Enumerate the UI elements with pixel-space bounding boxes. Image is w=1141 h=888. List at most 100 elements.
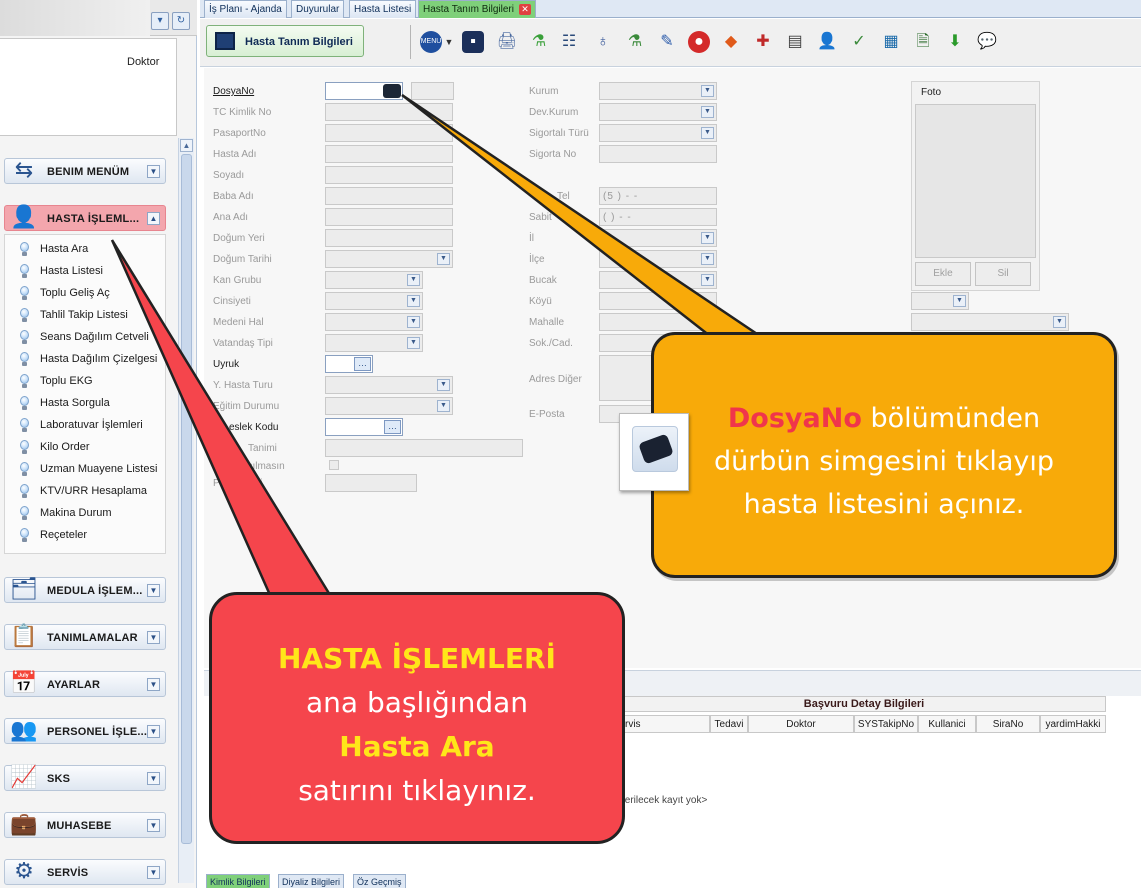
tab-duyurular[interactable]: Duyurular <box>291 0 345 18</box>
cep-input[interactable]: (5 ) - - <box>599 187 717 205</box>
menu-group-sks[interactable]: 📈 SKS ▼ <box>4 764 166 791</box>
dosyano-extra-field[interactable] <box>411 82 454 100</box>
chevron-down-icon[interactable]: ▼ <box>701 106 714 118</box>
chevron-down-icon[interactable]: ▼ <box>953 295 966 307</box>
meslek-tanimi-input[interactable] <box>325 439 523 457</box>
chevron-down-icon[interactable]: ▼ <box>147 584 160 597</box>
scanner-icon[interactable]: ▤ <box>784 31 806 53</box>
document-add-icon[interactable]: 🗎 <box>912 31 934 53</box>
medical-kit-icon[interactable]: ✚ <box>752 31 774 53</box>
grid-column-header[interactable]: yardimHakki <box>1040 715 1106 733</box>
chevron-down-icon[interactable]: ▼ <box>701 274 714 286</box>
refresh-icon[interactable]: ↻ <box>172 12 190 30</box>
chevron-down-icon[interactable]: ▼ <box>437 379 450 391</box>
grid-column-header[interactable]: Tedavi <box>710 715 748 733</box>
chat-icon[interactable]: 💬 <box>976 31 998 53</box>
document-edit-icon[interactable]: ✎ <box>656 31 678 53</box>
chevron-down-icon[interactable]: ▼ <box>407 274 420 286</box>
dropdown-arrow-icon[interactable]: ▾ <box>151 12 169 30</box>
ana-input[interactable] <box>325 208 453 226</box>
submenu-item[interactable]: Kilo Order <box>18 439 158 457</box>
menu-icon[interactable]: MENU <box>420 31 442 53</box>
checklist-icon[interactable]: ☷ <box>558 31 580 53</box>
chevron-down-icon[interactable]: ▼ <box>147 772 160 785</box>
chevron-down-icon[interactable]: ▼ <box>701 232 714 244</box>
chevron-down-icon[interactable]: ▼ <box>147 631 160 644</box>
table-add-icon[interactable]: ▦ <box>880 31 902 53</box>
soyad-input[interactable] <box>325 166 453 184</box>
submenu-item[interactable]: Hasta Dağılım Çizelgesi <box>18 351 158 369</box>
lab-info-icon[interactable]: ⚗ <box>624 31 646 53</box>
chevron-down-icon[interactable]: ▼ <box>701 127 714 139</box>
submenu-item[interactable]: Toplu EKG <box>18 373 158 391</box>
tab-hasta-tanim-bilgileri[interactable]: Hasta Tanım Bilgileri ✕ <box>418 0 536 18</box>
chevron-down-icon[interactable]: ▼ <box>147 866 160 879</box>
submenu-item[interactable]: Hasta Sorgula <box>18 395 158 413</box>
chevron-down-icon[interactable]: ▼ <box>407 316 420 328</box>
menu-group-hasta-islemleri[interactable]: 👤 HASTA İŞLEML... ▲ <box>1 200 167 238</box>
kan-select[interactable]: ▼ <box>325 271 423 289</box>
bucak-select[interactable]: ▼ <box>599 271 717 289</box>
tab-is-plani[interactable]: İş Planı - Ajanda <box>204 0 287 18</box>
flask-icon[interactable]: ⚗ <box>528 31 550 53</box>
submenu-item[interactable]: Tahlil Takip Listesi <box>18 307 158 325</box>
submenu-item[interactable]: Seans Dağılım Cetveli <box>18 329 158 347</box>
user-info-icon[interactable]: 👤 <box>816 31 838 53</box>
vatandas-select[interactable]: ▼ <box>325 334 423 352</box>
menu-group-ayarlar[interactable]: 📅 AYARLAR ▼ <box>4 670 166 697</box>
chevron-down-icon[interactable]: ▼ <box>437 400 450 412</box>
chevron-down-icon[interactable]: ▼ <box>701 253 714 265</box>
dogum-yeri-input[interactable] <box>325 229 453 247</box>
submenu-item[interactable]: Uzman Muayene Listesi <box>18 461 158 479</box>
tab-oz-gecmis[interactable]: Öz Geçmiş <box>353 874 406 888</box>
submenu-item[interactable]: Hasta Listesi <box>18 263 158 281</box>
menu-group-tanimlamalar[interactable]: 📋 TANIMLAMALAR ▼ <box>4 623 166 650</box>
sabit-input[interactable]: ( ) - - <box>599 208 717 226</box>
baba-input[interactable] <box>325 187 453 205</box>
tc-input[interactable] <box>325 103 453 121</box>
close-icon[interactable]: ✕ <box>518 4 531 15</box>
chevron-down-icon[interactable]: ▼ <box>407 295 420 307</box>
save-icon[interactable]: ▪ <box>462 31 484 53</box>
grid-column-header[interactable]: SYSTakipNo <box>854 715 918 733</box>
paylasim-checkbox[interactable] <box>329 460 339 470</box>
page-title-tab[interactable]: Hasta Tanım Bilgileri <box>206 25 364 57</box>
il-select[interactable]: ▼ <box>599 229 717 247</box>
meslek-kodu-input[interactable]: … <box>325 418 403 436</box>
mahalle-select[interactable] <box>599 313 717 331</box>
sigorta-turu-select[interactable]: ▼ <box>599 124 717 142</box>
chevron-down-icon[interactable]: ▼ <box>701 85 714 97</box>
dev-kurum-select[interactable]: ▼ <box>599 103 717 121</box>
pen-check-icon[interactable]: ✓ <box>848 31 870 53</box>
cinsiyet-select[interactable]: ▼ <box>325 292 423 310</box>
photo-add-button[interactable]: Ekle <box>915 262 971 286</box>
submenu-item[interactable]: Laboratuvar İşlemleri <box>18 417 158 435</box>
ellipsis-icon[interactable]: … <box>354 357 371 371</box>
chevron-down-icon[interactable]: ▼ <box>147 678 160 691</box>
chevron-down-icon[interactable]: ▼ <box>407 337 420 349</box>
chevron-down-icon[interactable]: ▼ <box>147 819 160 832</box>
ad-input[interactable] <box>325 145 453 163</box>
paylasilacak-input[interactable] <box>325 474 417 492</box>
hasta-turu-select[interactable]: ▼ <box>325 376 453 394</box>
koy-select[interactable] <box>599 292 717 310</box>
tab-diyaliz[interactable]: Diyaliz Bilgileri <box>278 874 345 888</box>
kurum-select[interactable]: ▼ <box>599 82 717 100</box>
red-ball-icon[interactable]: ● <box>688 31 710 53</box>
menu-group-medula[interactable]: 🗂 MEDULA İŞLEM... ▼ <box>4 576 166 603</box>
binoculars-icon[interactable] <box>383 84 401 98</box>
stethoscope-icon[interactable]: ♁ <box>592 31 614 53</box>
submenu-item[interactable]: KTV/URR Hesaplama <box>18 483 158 501</box>
uyruk-input[interactable]: … <box>325 355 373 373</box>
grid-column-header[interactable]: Kullanici <box>918 715 976 733</box>
chevron-down-icon[interactable]: ▼ <box>444 31 454 53</box>
chevron-down-icon[interactable]: ▼ <box>437 253 450 265</box>
menu-group-benim-menum[interactable]: ⇆ BENIM MENÜM ▼ <box>4 157 166 184</box>
pasaport-input[interactable] <box>325 124 453 142</box>
chevron-down-icon[interactable]: ▼ <box>147 165 160 178</box>
right-select-1[interactable]: ▼ <box>911 292 969 310</box>
submenu-item[interactable]: Hasta Ara <box>18 241 158 259</box>
submenu-item[interactable]: Reçeteler <box>18 527 158 545</box>
grid-column-header[interactable]: rvis <box>622 715 710 733</box>
menu-group-servis[interactable]: ⚙ SERVİS ▼ <box>4 858 166 885</box>
